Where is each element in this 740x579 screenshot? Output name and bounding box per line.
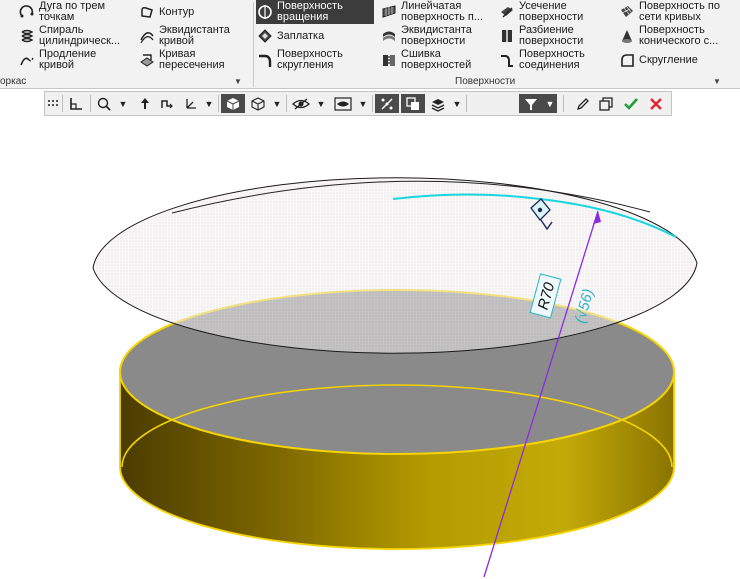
visibility-filter-icon[interactable]	[331, 94, 355, 113]
view-toolbar: ▼ ▼ ▼ ▼ ▼ ▼ ▼	[44, 91, 672, 116]
pan-icon[interactable]	[135, 94, 155, 113]
extend-curve-icon	[18, 51, 36, 69]
ribbon-label: Контур	[159, 5, 195, 18]
ribbon-label: Сшивка поверхностей	[401, 48, 472, 71]
stitch-surfaces-icon	[380, 51, 398, 69]
copy-properties-icon[interactable]	[596, 94, 616, 113]
ribbon-button-extend-curve[interactable]: Продление кривой	[18, 48, 96, 72]
patch-icon	[256, 27, 274, 45]
ribbon-button-blend-surface[interactable]: Поверхность соединения	[498, 48, 585, 72]
surface-offset-icon	[380, 27, 398, 45]
toolbar-grip-icon[interactable]	[47, 94, 59, 113]
toolbar-separator	[218, 95, 219, 112]
ribbon-label: Спираль цилиндрическ...	[39, 24, 121, 47]
layers-dropdown-icon[interactable]: ▼	[451, 94, 463, 113]
ribbon-button-fillet-surface[interactable]: Поверхность скругления	[256, 48, 343, 72]
split-surface-icon	[498, 27, 516, 45]
ribbon-button-surface-offset[interactable]: Эквидистанта поверхности	[380, 24, 472, 48]
rotate-icon[interactable]	[157, 94, 177, 113]
contour-icon	[138, 3, 156, 21]
ribbon-button-stitch-surfaces[interactable]: Сшивка поверхностей	[380, 48, 471, 72]
toolbar-separator	[372, 95, 373, 112]
ribbon-button-ruled-surface[interactable]: Линейчатая поверхность п...	[380, 0, 483, 24]
ribbon-button-arc-three-points[interactable]: Дуга по трем точкам	[18, 0, 105, 24]
group-label-wireframe: оркас	[0, 76, 27, 87]
ribbon-label: Поверхность конического с...	[639, 24, 719, 47]
toolbar-separator	[90, 95, 91, 112]
ribbon-button-trim-surface[interactable]: Усечение поверхности	[498, 0, 583, 24]
toolbar-separator	[563, 95, 564, 112]
fillet-icon	[618, 51, 636, 69]
ribbon-button-split-surface[interactable]: Разбиение поверхности	[498, 24, 583, 48]
conic-surface-icon	[618, 27, 636, 45]
zoom-dropdown-icon[interactable]: ▼	[117, 94, 129, 113]
ribbon-label: Линейчатая поверхность п...	[401, 0, 484, 23]
cancel-close-icon[interactable]	[646, 94, 666, 113]
toolbar-separator	[62, 95, 63, 112]
ribbon-label: Дуга по трем точкам	[39, 0, 106, 23]
confirm-check-icon[interactable]	[621, 94, 641, 113]
ribbon-label: Кривая пересечения	[159, 48, 225, 71]
ribbon-label: Эквидистанта поверхности	[401, 24, 472, 47]
orientation-icon[interactable]	[65, 94, 87, 113]
wireframe-view-icon[interactable]	[247, 94, 269, 113]
ribbon-button-cylindrical-spiral[interactable]: Спираль цилиндрическ...	[18, 24, 120, 48]
pencil-icon[interactable]	[573, 94, 593, 113]
ribbon-label: Усечение поверхности	[519, 0, 584, 23]
local-csys-icon[interactable]	[401, 94, 425, 113]
viewport-3d[interactable]: R70 (√56)	[0, 117, 740, 579]
visibility-dropdown-icon[interactable]: ▼	[357, 94, 369, 113]
ribbon-button-curve-network-surface[interactable]: Поверхность по сети кривых	[618, 0, 720, 24]
snap-icon[interactable]	[375, 94, 399, 113]
ruled-surface-icon	[380, 3, 398, 21]
ribbon-label: Скругление	[639, 53, 698, 66]
cylindrical-spiral-icon	[18, 27, 36, 45]
group-label-surfaces: Поверхности	[455, 76, 516, 87]
ribbon-button-conic-surface[interactable]: Поверхность конического с...	[618, 24, 718, 48]
ribbon-label: Продление кривой	[39, 48, 97, 71]
revolution-surface-icon	[256, 3, 274, 21]
arc-three-points-icon	[18, 3, 36, 21]
curve-offset-icon	[138, 27, 156, 45]
ribbon-label: Поверхность вращения	[277, 0, 343, 23]
ribbon-label: Поверхность по сети кривых	[639, 0, 720, 23]
ribbon-label: Эквидистанта кривой	[159, 24, 230, 47]
layers-icon[interactable]	[427, 94, 449, 113]
trim-surface-icon	[498, 3, 516, 21]
curve-network-surface-icon	[618, 3, 636, 21]
ribbon-button-intersection-curve[interactable]: Кривая пересечения	[138, 48, 225, 72]
hide-dropdown-icon[interactable]: ▼	[315, 94, 327, 113]
view-mode-dropdown-icon[interactable]: ▼	[271, 94, 283, 113]
filter-icon[interactable]	[519, 94, 543, 113]
ribbon-label: Поверхность скругления	[277, 48, 343, 71]
axes-dropdown-icon[interactable]: ▼	[203, 94, 215, 113]
hide-icon[interactable]	[289, 94, 313, 113]
toolbar-separator	[466, 95, 467, 112]
ribbon-divider	[253, 2, 254, 87]
intersection-curve-icon	[138, 51, 156, 69]
ribbon-panel: Дуга по трем точкам Спираль цилиндрическ…	[0, 0, 740, 89]
filter-dropdown-icon[interactable]: ▼	[543, 94, 557, 113]
ribbon-button-patch[interactable]: Заплатка	[256, 24, 324, 48]
ribbon-button-fillet[interactable]: Скругление	[618, 48, 698, 72]
shaded-view-icon[interactable]	[221, 94, 245, 113]
group-expand-icon[interactable]: ▼	[234, 77, 242, 86]
axes-icon[interactable]	[181, 94, 201, 113]
ribbon-button-curve-offset[interactable]: Эквидистанта кривой	[138, 24, 230, 48]
ribbon-label: Разбиение поверхности	[519, 24, 584, 47]
zoom-icon[interactable]	[93, 94, 115, 113]
blend-surface-icon	[498, 51, 516, 69]
group-expand-icon[interactable]: ▼	[713, 77, 721, 86]
fillet-surface-icon	[256, 51, 274, 69]
toolbar-separator	[286, 95, 287, 112]
ribbon-label: Поверхность соединения	[519, 48, 585, 71]
ribbon-label: Заплатка	[277, 29, 325, 42]
ribbon-button-contour[interactable]: Контур	[138, 0, 194, 24]
ribbon-button-revolution-surface[interactable]: Поверхность вращения	[256, 0, 374, 24]
